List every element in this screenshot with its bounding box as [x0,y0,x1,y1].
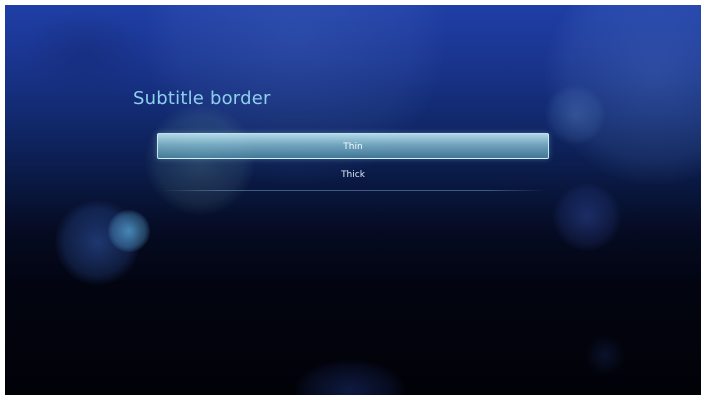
background-bokeh-light [25,10,145,100]
option-list: Thin Thick [157,132,549,194]
option-thin[interactable]: Thin [157,133,549,159]
background-bokeh-light [585,335,625,375]
background-bokeh-light [545,85,605,145]
background-bokeh-light [545,5,701,185]
media-player-screen: Subtitle border Thin Thick [5,5,701,395]
page-title: Subtitle border [133,88,271,109]
background-bokeh-light [108,210,150,252]
background-bokeh-light [55,200,140,285]
list-divider [161,190,545,191]
option-thick[interactable]: Thick [157,162,549,188]
background-bokeh-light [553,183,621,251]
background-bokeh-light [295,360,405,395]
